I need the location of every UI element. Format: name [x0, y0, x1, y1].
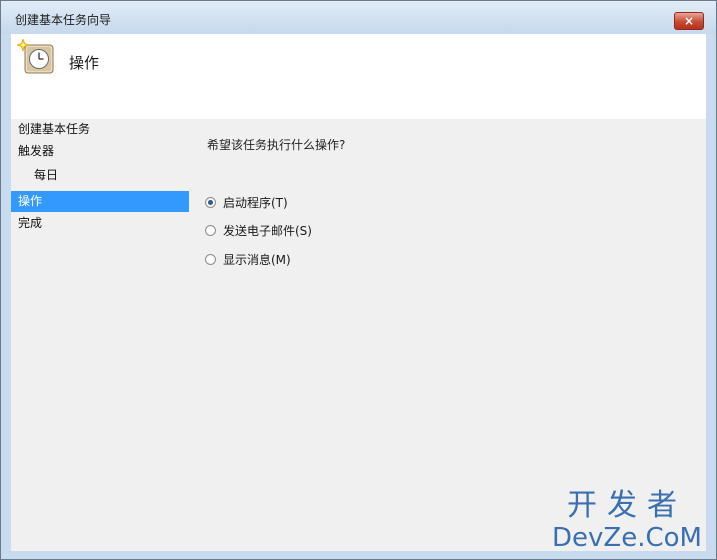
- window-title: 创建基本任务向导: [15, 13, 112, 27]
- title-bar[interactable]: 创建基本任务向导 ×: [1, 1, 716, 34]
- action-question: 希望该任务执行什么操作?: [207, 138, 346, 152]
- wizard-header: 操作: [11, 34, 706, 119]
- radio-send-email[interactable]: [205, 224, 216, 236]
- nav-step-finish[interactable]: 完成: [11, 213, 189, 234]
- close-icon: ×: [683, 14, 695, 28]
- nav-step-create-basic-task[interactable]: 创建基本任务: [11, 119, 189, 140]
- option-start-program[interactable]: 启动程序(T): [205, 192, 288, 212]
- radio-start-program[interactable]: [205, 196, 216, 208]
- page-title: 操作: [69, 54, 100, 72]
- nav-step-daily[interactable]: 每日: [11, 165, 189, 186]
- radio-display-message[interactable]: [205, 253, 216, 265]
- option-start-program-label[interactable]: 启动程序(T): [223, 194, 288, 211]
- clock-icon: [16, 38, 61, 79]
- option-send-email-label[interactable]: 发送电子邮件(S): [223, 222, 312, 239]
- option-send-email[interactable]: 发送电子邮件(S): [205, 220, 312, 240]
- watermark-cn: 开发者: [567, 488, 687, 523]
- option-display-message-label[interactable]: 显示消息(M): [223, 251, 291, 268]
- nav-step-action[interactable]: 操作: [11, 191, 189, 212]
- watermark-en: DevZe.CoM: [552, 523, 702, 553]
- task-wizard-window: 创建基本任务向导 × 操作 创建基本任务 触发器 每日 操作 完成 希望该任务执…: [0, 0, 717, 560]
- option-display-message[interactable]: 显示消息(M): [205, 249, 291, 269]
- close-button[interactable]: ×: [674, 12, 704, 30]
- watermark: 开发者 DevZe.CoM: [552, 488, 702, 554]
- wizard-content: 创建基本任务 触发器 每日 操作 完成 希望该任务执行什么操作? 启动程序(T)…: [11, 119, 706, 551]
- nav-step-trigger[interactable]: 触发器: [11, 141, 189, 162]
